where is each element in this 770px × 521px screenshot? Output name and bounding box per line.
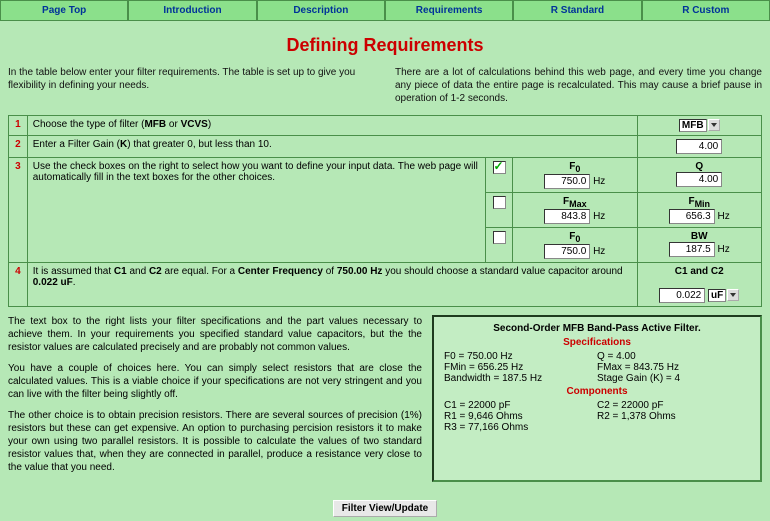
nav-r-custom[interactable]: R Custom bbox=[642, 0, 770, 21]
para-1: The text box to the right lists your fil… bbox=[8, 315, 422, 354]
row1-num: 1 bbox=[9, 116, 28, 136]
c1c2-label: C1 and C2 bbox=[675, 266, 724, 277]
row2-text: Enter a Filter Gain (K) that greater 0, … bbox=[27, 136, 637, 158]
spec-box: Second-Order MFB Band-Pass Active Filter… bbox=[432, 315, 762, 482]
fmin-input[interactable]: 656.3 bbox=[669, 209, 715, 224]
q-input[interactable]: 4.00 bbox=[676, 172, 722, 187]
spec-gain: Stage Gain (K) = 4 bbox=[597, 373, 750, 384]
bw-label: BW bbox=[691, 231, 708, 242]
f0b-label: F0 bbox=[569, 231, 580, 242]
spec-c1: C1 = 22000 pF bbox=[444, 400, 597, 411]
row3-num: 3 bbox=[9, 158, 28, 263]
spec-r2: R2 = 1,378 Ohms bbox=[597, 411, 750, 422]
nav-introduction[interactable]: Introduction bbox=[128, 0, 256, 21]
gain-input[interactable]: 4.00 bbox=[676, 139, 722, 154]
spec-c2: C2 = 22000 pF bbox=[597, 400, 750, 411]
q-label: Q bbox=[695, 161, 703, 172]
filter-type-select[interactable]: MFB bbox=[679, 119, 707, 132]
para-3: The other choice is to obtain precision … bbox=[8, 409, 422, 474]
cap-input[interactable]: 0.022 bbox=[659, 288, 705, 303]
spec-r1: R1 = 9,646 Ohms bbox=[444, 411, 597, 422]
f0b-input[interactable]: 750.0 bbox=[544, 244, 590, 259]
cap-unit-select[interactable]: uF bbox=[708, 289, 726, 302]
f0-label: F0 bbox=[569, 161, 580, 172]
filter-view-update-button[interactable]: Filter View/Update bbox=[333, 500, 438, 517]
fmax-input[interactable]: 843.8 bbox=[544, 209, 590, 224]
f0b-unit: Hz bbox=[593, 246, 605, 257]
spec-sub1: Specifications bbox=[444, 337, 750, 348]
bw-unit: Hz bbox=[718, 244, 730, 255]
nav-requirements[interactable]: Requirements bbox=[385, 0, 513, 21]
intro-block: In the table below enter your filter req… bbox=[0, 66, 770, 115]
requirements-table: 1 Choose the type of filter (MFB or VCVS… bbox=[8, 115, 762, 307]
para-2: You have a couple of choices here. You c… bbox=[8, 362, 422, 401]
row1-text: Choose the type of filter (MFB or VCVS) bbox=[27, 116, 637, 136]
bw-input[interactable]: 187.5 bbox=[669, 242, 715, 257]
checkbox-fmax-fmin[interactable] bbox=[493, 196, 506, 209]
nav-r-standard[interactable]: R Standard bbox=[513, 0, 641, 21]
fmin-label: FMin bbox=[688, 196, 710, 207]
intro-left: In the table below enter your filter req… bbox=[8, 66, 375, 105]
row4-text: It is assumed that C1 and C2 are equal. … bbox=[27, 263, 637, 307]
fmin-unit: Hz bbox=[718, 211, 730, 222]
nav-description[interactable]: Description bbox=[257, 0, 385, 21]
row4-num: 4 bbox=[9, 263, 28, 307]
fmax-label: FMax bbox=[563, 196, 587, 207]
page-title: Defining Requirements bbox=[0, 35, 770, 56]
spec-fmax: FMax = 843.75 Hz bbox=[597, 362, 750, 373]
spec-r3: R3 = 77,166 Ohms bbox=[444, 422, 597, 433]
chevron-down-icon[interactable] bbox=[727, 289, 739, 301]
f0-unit: Hz bbox=[593, 176, 605, 187]
spec-bw: Bandwidth = 187.5 Hz bbox=[444, 373, 597, 384]
spec-fmin: FMin = 656.25 Hz bbox=[444, 362, 597, 373]
spec-q: Q = 4.00 bbox=[597, 351, 750, 362]
fmax-unit: Hz bbox=[593, 211, 605, 222]
explanation-text: The text box to the right lists your fil… bbox=[8, 315, 422, 482]
row3-text: Use the check boxes on the right to sele… bbox=[27, 158, 485, 263]
chevron-down-icon[interactable] bbox=[708, 119, 720, 131]
f0-input[interactable]: 750.0 bbox=[544, 174, 590, 189]
nav-page-top[interactable]: Page Top bbox=[0, 0, 128, 21]
checkbox-f0-q[interactable] bbox=[493, 161, 506, 174]
spec-f0: F0 = 750.00 Hz bbox=[444, 351, 597, 362]
spec-title: Second-Order MFB Band-Pass Active Filter… bbox=[444, 323, 750, 334]
top-nav: Page Top Introduction Description Requir… bbox=[0, 0, 770, 21]
intro-right: There are a lot of calculations behind t… bbox=[395, 66, 762, 105]
checkbox-f0-bw[interactable] bbox=[493, 231, 506, 244]
spec-sub2: Components bbox=[444, 386, 750, 397]
row2-num: 2 bbox=[9, 136, 28, 158]
